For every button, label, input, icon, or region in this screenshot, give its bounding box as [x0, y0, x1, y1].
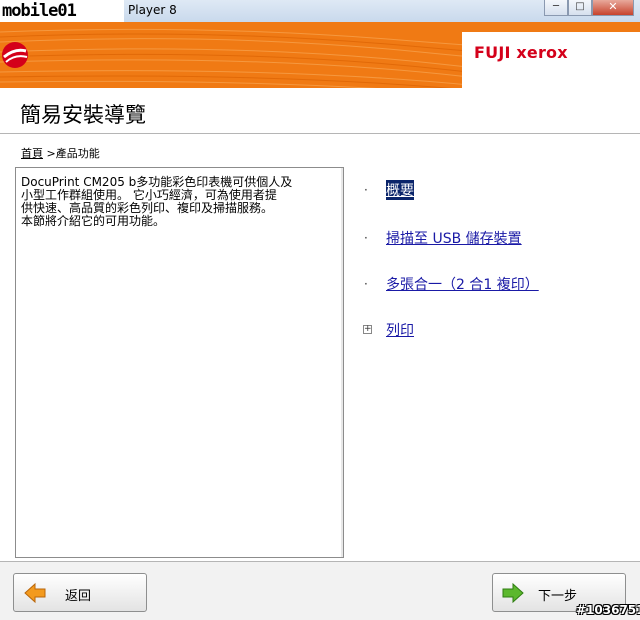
- watermark-id: #1036751: [576, 603, 640, 617]
- next-button-label: 下一步: [538, 589, 578, 604]
- maximize-button[interactable]: □: [568, 0, 592, 16]
- back-arrow-icon: [24, 582, 46, 604]
- xerox-ball-icon: [2, 42, 28, 68]
- breadcrumb-separator: >: [46, 147, 56, 160]
- bullet-icon: ·: [364, 231, 368, 245]
- header-banner: FUJI xerox: [0, 22, 640, 88]
- link-n-up-copy[interactable]: 多張合一（2 合1 複印）: [386, 274, 539, 294]
- description-textbox[interactable]: DocuPrint CM205 b多功能彩色印表機可供個人及 小型工作群組使用。…: [15, 167, 344, 558]
- window-title-bar: mobile01 Player 8 ─ □ ✕: [0, 0, 640, 22]
- breadcrumb-current: 產品功能: [55, 147, 100, 160]
- window-title: Player 8: [128, 3, 177, 17]
- close-button[interactable]: ✕: [592, 0, 634, 16]
- link-overview[interactable]: 概要: [386, 180, 414, 200]
- breadcrumb: 首頁 >產品功能: [21, 145, 100, 161]
- footer-bar: 返回 下一步: [0, 562, 640, 620]
- mobile01-logo: mobile01: [0, 0, 124, 22]
- expand-plus-icon[interactable]: +: [363, 325, 372, 334]
- title-divider: [0, 133, 640, 134]
- back-button-label: 返回: [65, 589, 92, 604]
- breadcrumb-home-link[interactable]: 首頁: [21, 147, 43, 160]
- bullet-icon: ·: [364, 277, 368, 291]
- description-text: DocuPrint CM205 b多功能彩色印表機可供個人及 小型工作群組使用。…: [21, 175, 293, 228]
- window-controls: ─ □ ✕: [544, 0, 634, 16]
- link-scan-to-usb[interactable]: 掃描至 USB 儲存裝置: [386, 228, 522, 248]
- textbox-scrollbar[interactable]: [341, 168, 343, 557]
- fuji-xerox-brand: FUJI xerox: [474, 43, 568, 62]
- back-button[interactable]: 返回: [13, 573, 147, 612]
- minimize-button[interactable]: ─: [544, 0, 568, 16]
- link-print[interactable]: 列印: [386, 320, 414, 340]
- page-title: 簡易安裝導覽: [20, 103, 146, 127]
- next-arrow-icon: [502, 582, 524, 604]
- bullet-icon: ·: [364, 183, 368, 197]
